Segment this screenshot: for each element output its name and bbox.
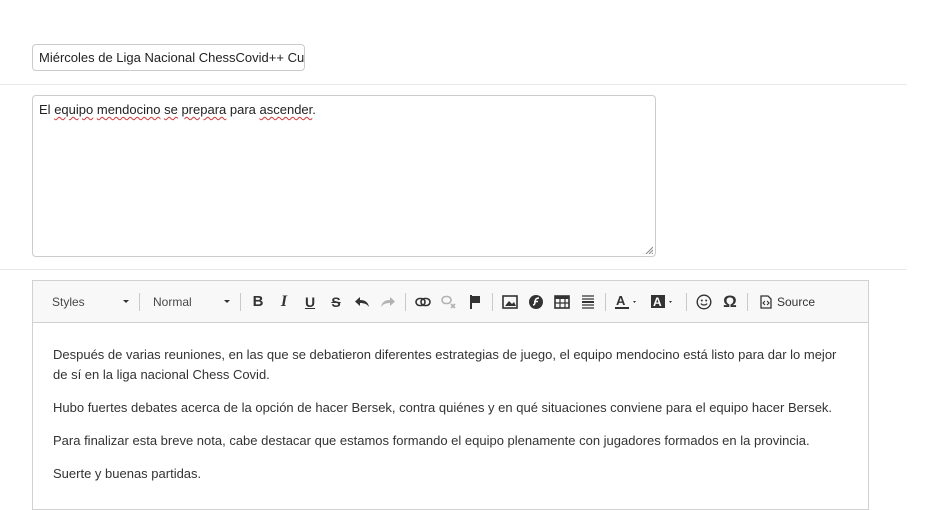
styles-dropdown[interactable]: Styles bbox=[43, 289, 135, 315]
source-icon bbox=[760, 294, 772, 309]
underline-button[interactable]: U bbox=[297, 289, 323, 315]
content-paragraph: Después de varias reuniones, en las que … bbox=[53, 347, 837, 382]
resize-grip-icon[interactable] bbox=[645, 246, 653, 254]
source-label: Source bbox=[777, 294, 816, 309]
horizontal-line-button[interactable] bbox=[575, 289, 601, 315]
editor-content[interactable]: Después de varias reuniones, en las que … bbox=[33, 323, 868, 484]
strikethrough-icon: S bbox=[331, 293, 341, 310]
format-dropdown-label: Normal bbox=[153, 294, 192, 309]
table-icon bbox=[554, 294, 570, 309]
summary-word: equipo bbox=[54, 102, 94, 117]
title-input[interactable]: Miércoles de Liga Nacional ChessCovid++ … bbox=[32, 44, 305, 71]
background-color-button[interactable]: A bbox=[646, 289, 682, 315]
unlink-icon bbox=[441, 295, 456, 309]
format-dropdown[interactable]: Normal bbox=[144, 289, 236, 315]
undo-icon bbox=[355, 296, 369, 307]
underline-icon: U bbox=[304, 293, 316, 310]
toolbar-separator bbox=[492, 292, 493, 311]
special-char-button[interactable]: Ω bbox=[717, 289, 743, 315]
unlink-button[interactable] bbox=[436, 289, 462, 315]
bold-button[interactable]: B bbox=[245, 289, 271, 315]
italic-button[interactable]: I bbox=[271, 289, 297, 315]
anchor-button[interactable] bbox=[462, 289, 488, 315]
link-button[interactable] bbox=[410, 289, 436, 315]
rich-text-editor: Styles Normal B I U S A A Ω Source Despu… bbox=[32, 280, 869, 510]
summary-word: prepara bbox=[181, 102, 227, 117]
summary-word: mendocino bbox=[96, 102, 161, 117]
chevron-down-icon bbox=[123, 300, 129, 303]
toolbar-separator bbox=[139, 292, 140, 311]
strikethrough-button[interactable]: S bbox=[323, 289, 349, 315]
toolbar-separator bbox=[240, 292, 241, 311]
bold-icon: B bbox=[252, 293, 264, 310]
image-icon bbox=[502, 294, 518, 309]
italic-icon: I bbox=[280, 292, 288, 310]
toolbar-separator bbox=[747, 292, 748, 311]
toolbar-separator bbox=[686, 292, 687, 311]
background-color-icon: A bbox=[651, 294, 672, 309]
source-button[interactable]: Source bbox=[752, 289, 821, 315]
summary-textarea[interactable]: El equipo mendocino se prepara para asce… bbox=[32, 95, 656, 257]
redo-icon bbox=[381, 296, 395, 307]
summary-word: se bbox=[164, 102, 178, 117]
flash-icon bbox=[529, 294, 543, 309]
svg-text:A: A bbox=[653, 295, 662, 309]
editor-toolbar: Styles Normal B I U S A A Ω Source bbox=[33, 281, 868, 323]
svg-text:A: A bbox=[616, 294, 626, 308]
toolbar-separator bbox=[405, 292, 406, 311]
summary-word: El bbox=[39, 102, 51, 117]
smiley-icon bbox=[696, 293, 712, 310]
undo-button[interactable] bbox=[349, 289, 375, 315]
table-button[interactable] bbox=[549, 289, 575, 315]
flash-button[interactable] bbox=[523, 289, 549, 315]
divider-top bbox=[0, 84, 907, 85]
divider-middle bbox=[0, 269, 907, 270]
text-color-button[interactable]: A bbox=[610, 289, 646, 315]
smiley-button[interactable] bbox=[691, 289, 717, 315]
image-button[interactable] bbox=[497, 289, 523, 315]
content-paragraph: Hubo fuertes debates acerca de la opción… bbox=[53, 400, 833, 415]
content-paragraph: Suerte y buenas partidas. bbox=[53, 466, 202, 481]
chevron-down-icon bbox=[224, 300, 230, 303]
content-paragraph: Para finalizar esta breve nota, cabe des… bbox=[53, 433, 810, 448]
summary-word: ascender bbox=[259, 102, 313, 117]
horizontal-line-icon bbox=[582, 294, 594, 309]
styles-dropdown-label: Styles bbox=[52, 294, 85, 309]
link-icon bbox=[415, 297, 431, 306]
omega-icon: Ω bbox=[723, 291, 737, 311]
text-color-icon: A bbox=[615, 294, 636, 309]
redo-button[interactable] bbox=[375, 289, 401, 315]
flag-icon bbox=[470, 294, 480, 309]
toolbar-separator bbox=[605, 292, 606, 311]
